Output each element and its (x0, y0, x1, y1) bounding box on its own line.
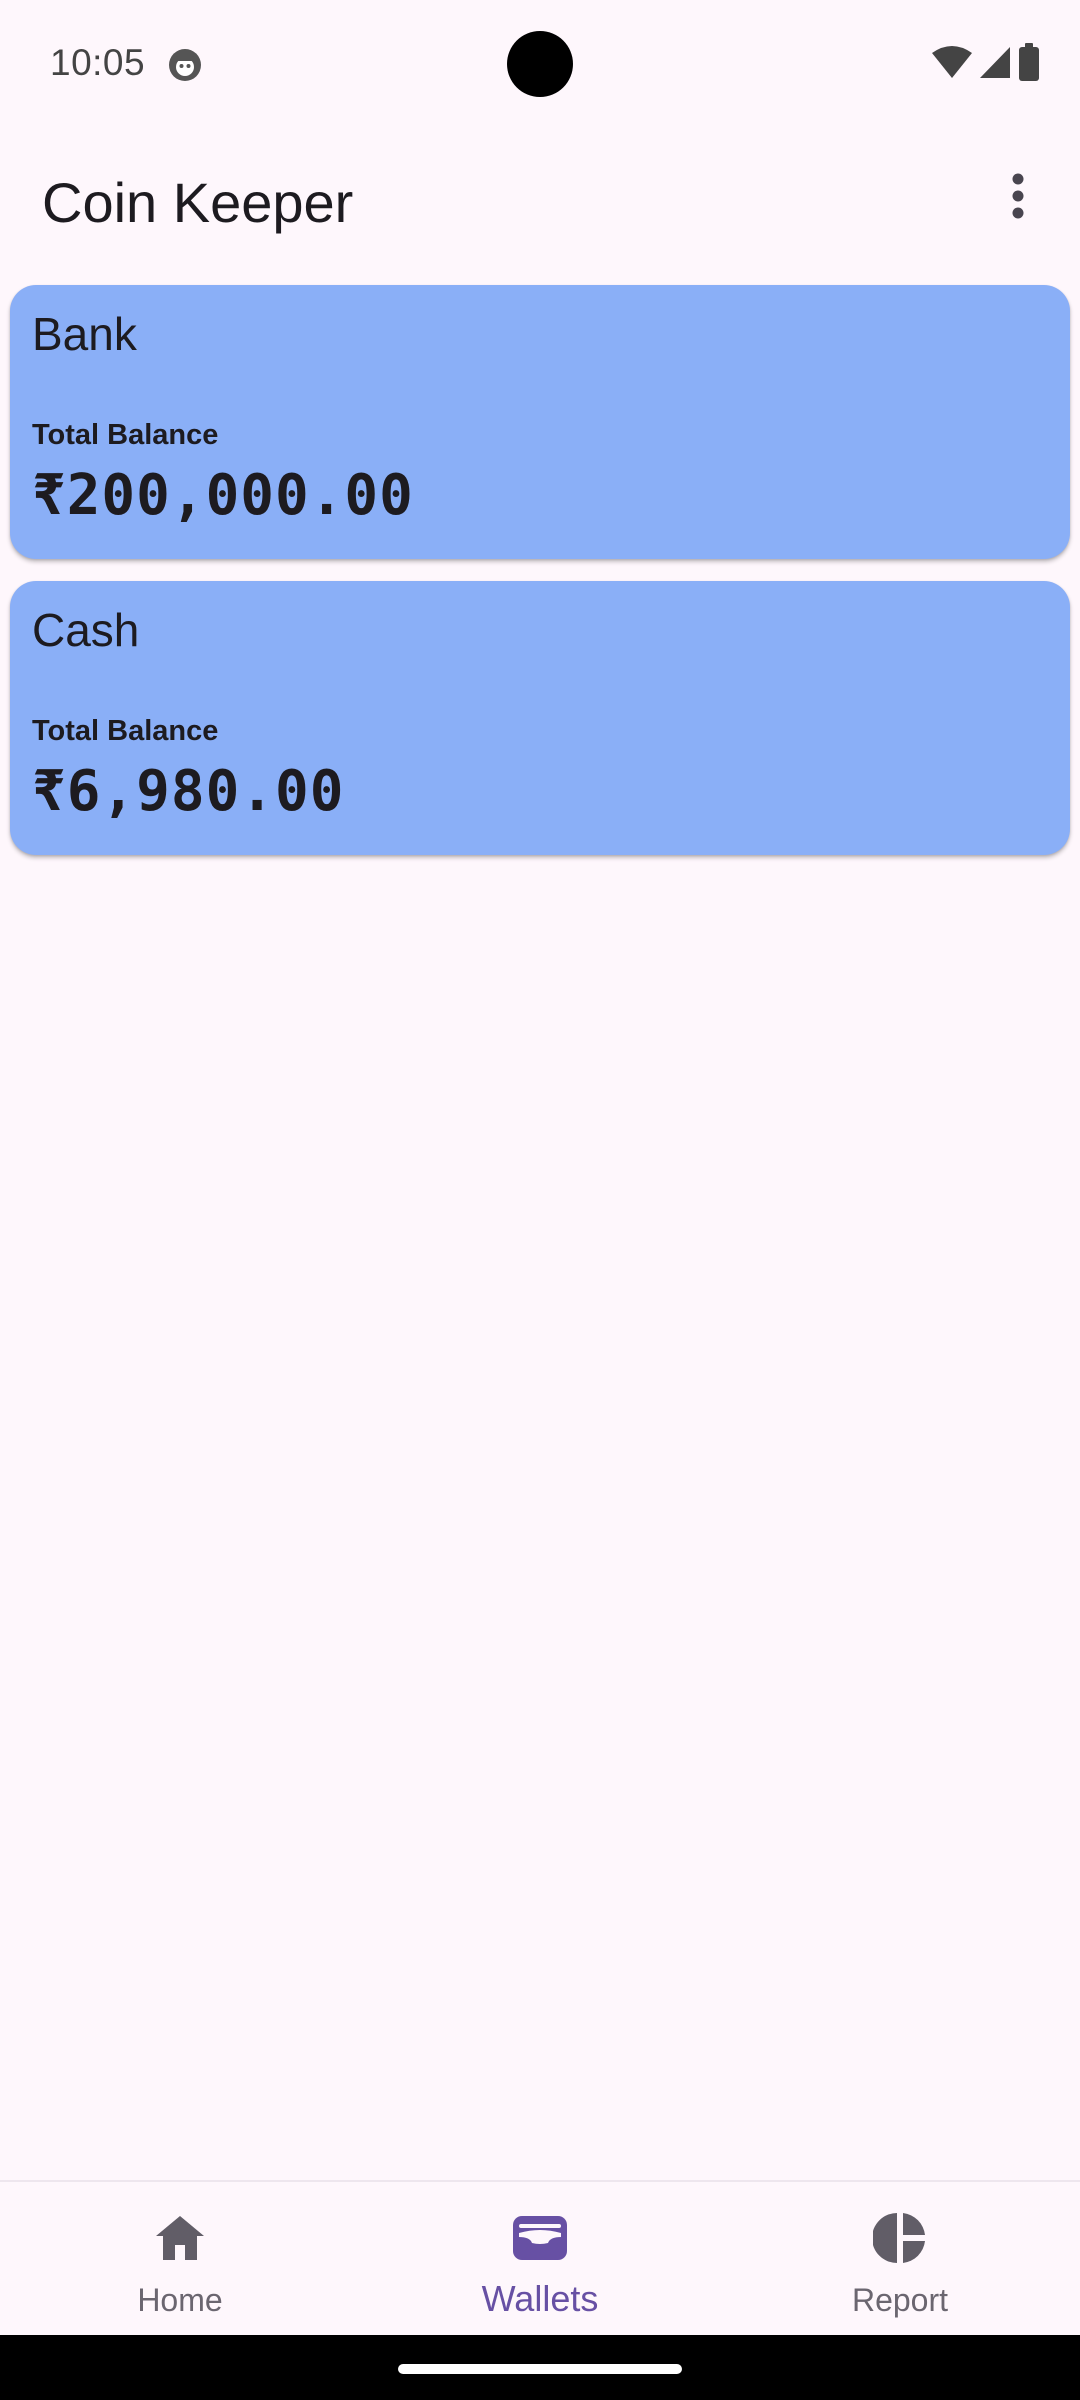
balance-label: Total Balance (32, 715, 219, 747)
nav-item-wallets[interactable]: Wallets (360, 2182, 720, 2337)
status-bar: 10:05 (0, 0, 1080, 128)
home-icon (150, 2208, 210, 2268)
home-gesture-handle[interactable] (398, 2364, 682, 2374)
balance-label: Total Balance (32, 419, 219, 451)
wallet-icon (510, 2208, 570, 2268)
nav-label: Wallets (481, 2278, 599, 2319)
app-bar: Coin Keeper (0, 128, 1080, 273)
balance-value: ₹200,000.00 (32, 463, 414, 528)
nav-item-report[interactable]: Report (720, 2182, 1080, 2337)
pie-chart-icon (870, 2208, 930, 2268)
camera-cutout (507, 31, 573, 97)
more-vert-icon (1011, 173, 1025, 224)
more-options-button[interactable] (978, 158, 1058, 238)
nav-item-home[interactable]: Home (0, 2182, 360, 2337)
status-time: 10:05 (50, 42, 146, 83)
nav-label: Report (851, 2282, 949, 2318)
wallet-card-bank[interactable]: Bank Total Balance ₹200,000.00 (10, 285, 1070, 559)
status-icons (932, 42, 1040, 86)
app-notification-icon (168, 48, 202, 82)
system-navigation-bar (0, 2335, 1080, 2400)
wallet-name: Bank (32, 308, 137, 360)
wallet-card-cash[interactable]: Cash Total Balance ₹6,980.00 (10, 581, 1070, 855)
bottom-navigation: Home Wallets Report (0, 2180, 1080, 2337)
wallet-name: Cash (32, 604, 140, 656)
nav-label: Home (137, 2282, 223, 2318)
page-title: Coin Keeper (42, 171, 354, 234)
wallet-list: Bank Total Balance ₹200,000.00 Cash Tota… (10, 285, 1070, 877)
balance-value: ₹6,980.00 (32, 759, 345, 824)
battery-icon (1018, 42, 1040, 86)
wifi-icon (932, 45, 972, 84)
cell-signal-icon (978, 45, 1012, 84)
